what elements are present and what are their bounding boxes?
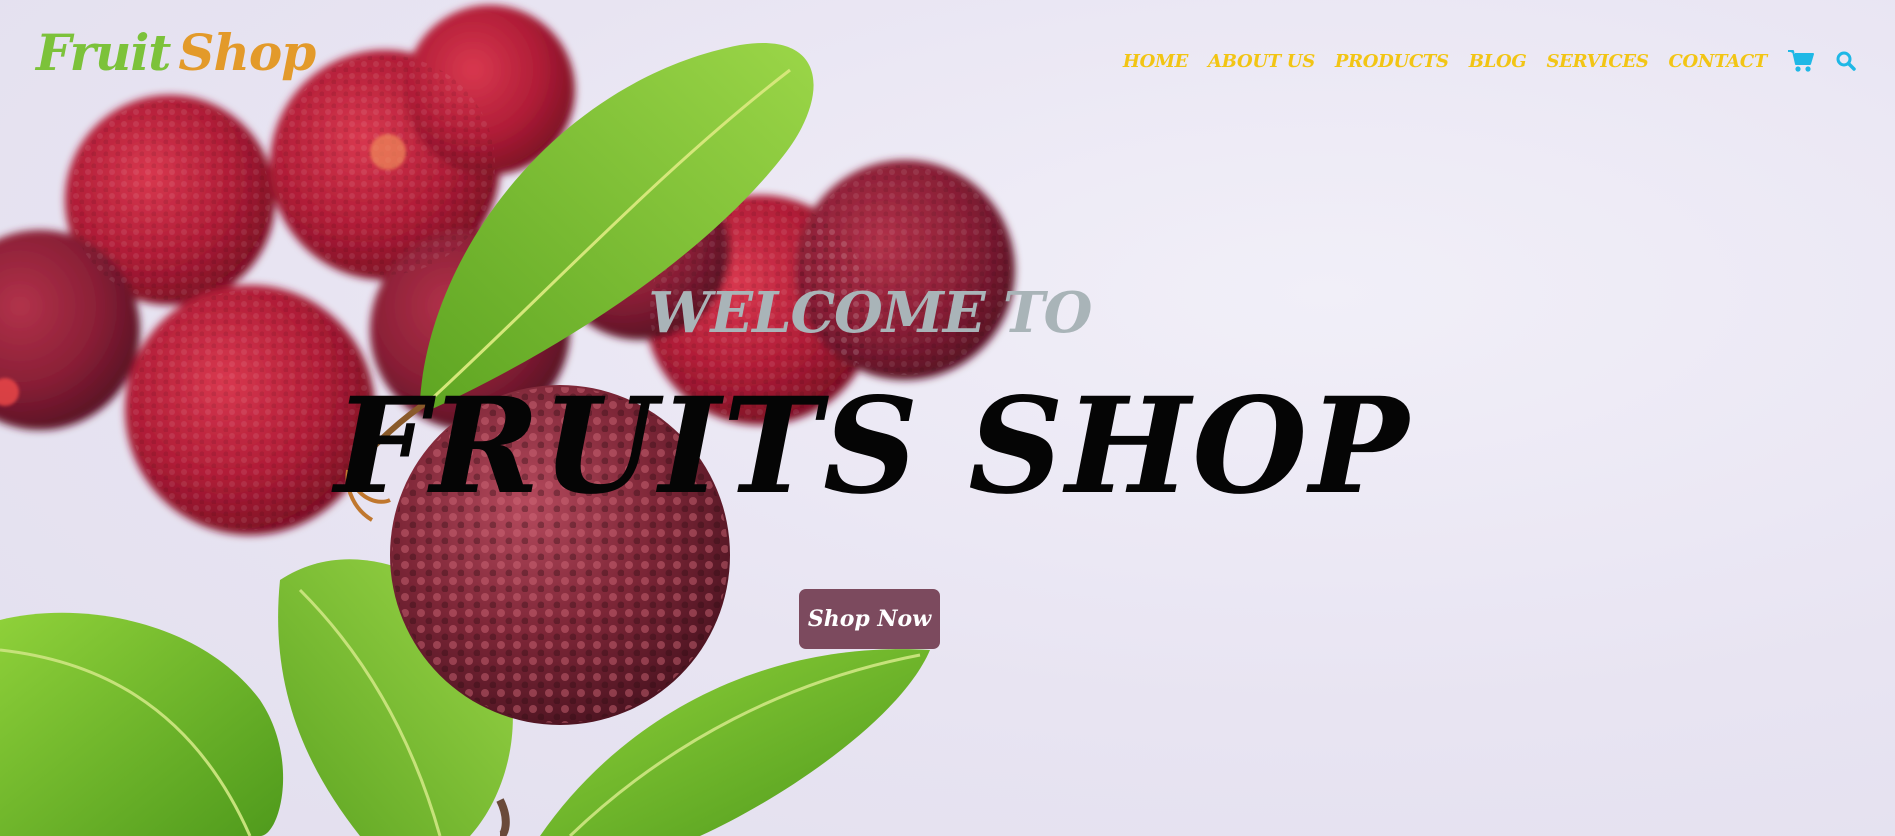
hero-title: FRUITS SHOP	[334, 369, 1411, 524]
nav-link-products[interactable]: PRODUCTS	[1335, 51, 1449, 72]
nav-link-contact[interactable]: CONTACT	[1669, 51, 1768, 72]
cart-icon[interactable]	[1787, 48, 1815, 74]
main-nav: HOME ABOUT US PRODUCTS BLOG SERVICES CON…	[1123, 48, 1857, 74]
nav-link-home[interactable]: HOME	[1123, 51, 1188, 72]
nav-link-about-us[interactable]: ABOUT US	[1208, 51, 1315, 72]
shop-now-button[interactable]: Shop Now	[799, 589, 940, 649]
logo-text-fruit: Fruit	[36, 23, 171, 82]
search-icon[interactable]	[1835, 50, 1857, 72]
nav-link-services[interactable]: SERVICES	[1546, 51, 1648, 72]
hero-section: Fruit Shop HOME ABOUT US PRODUCTS BLOG SE…	[0, 0, 1895, 836]
logo-text-shop: Shop	[178, 23, 316, 82]
hero-welcome-text: WELCOME TO	[648, 280, 1093, 346]
nav-link-blog[interactable]: BLOG	[1469, 51, 1527, 72]
site-logo[interactable]: Fruit Shop	[36, 28, 316, 78]
